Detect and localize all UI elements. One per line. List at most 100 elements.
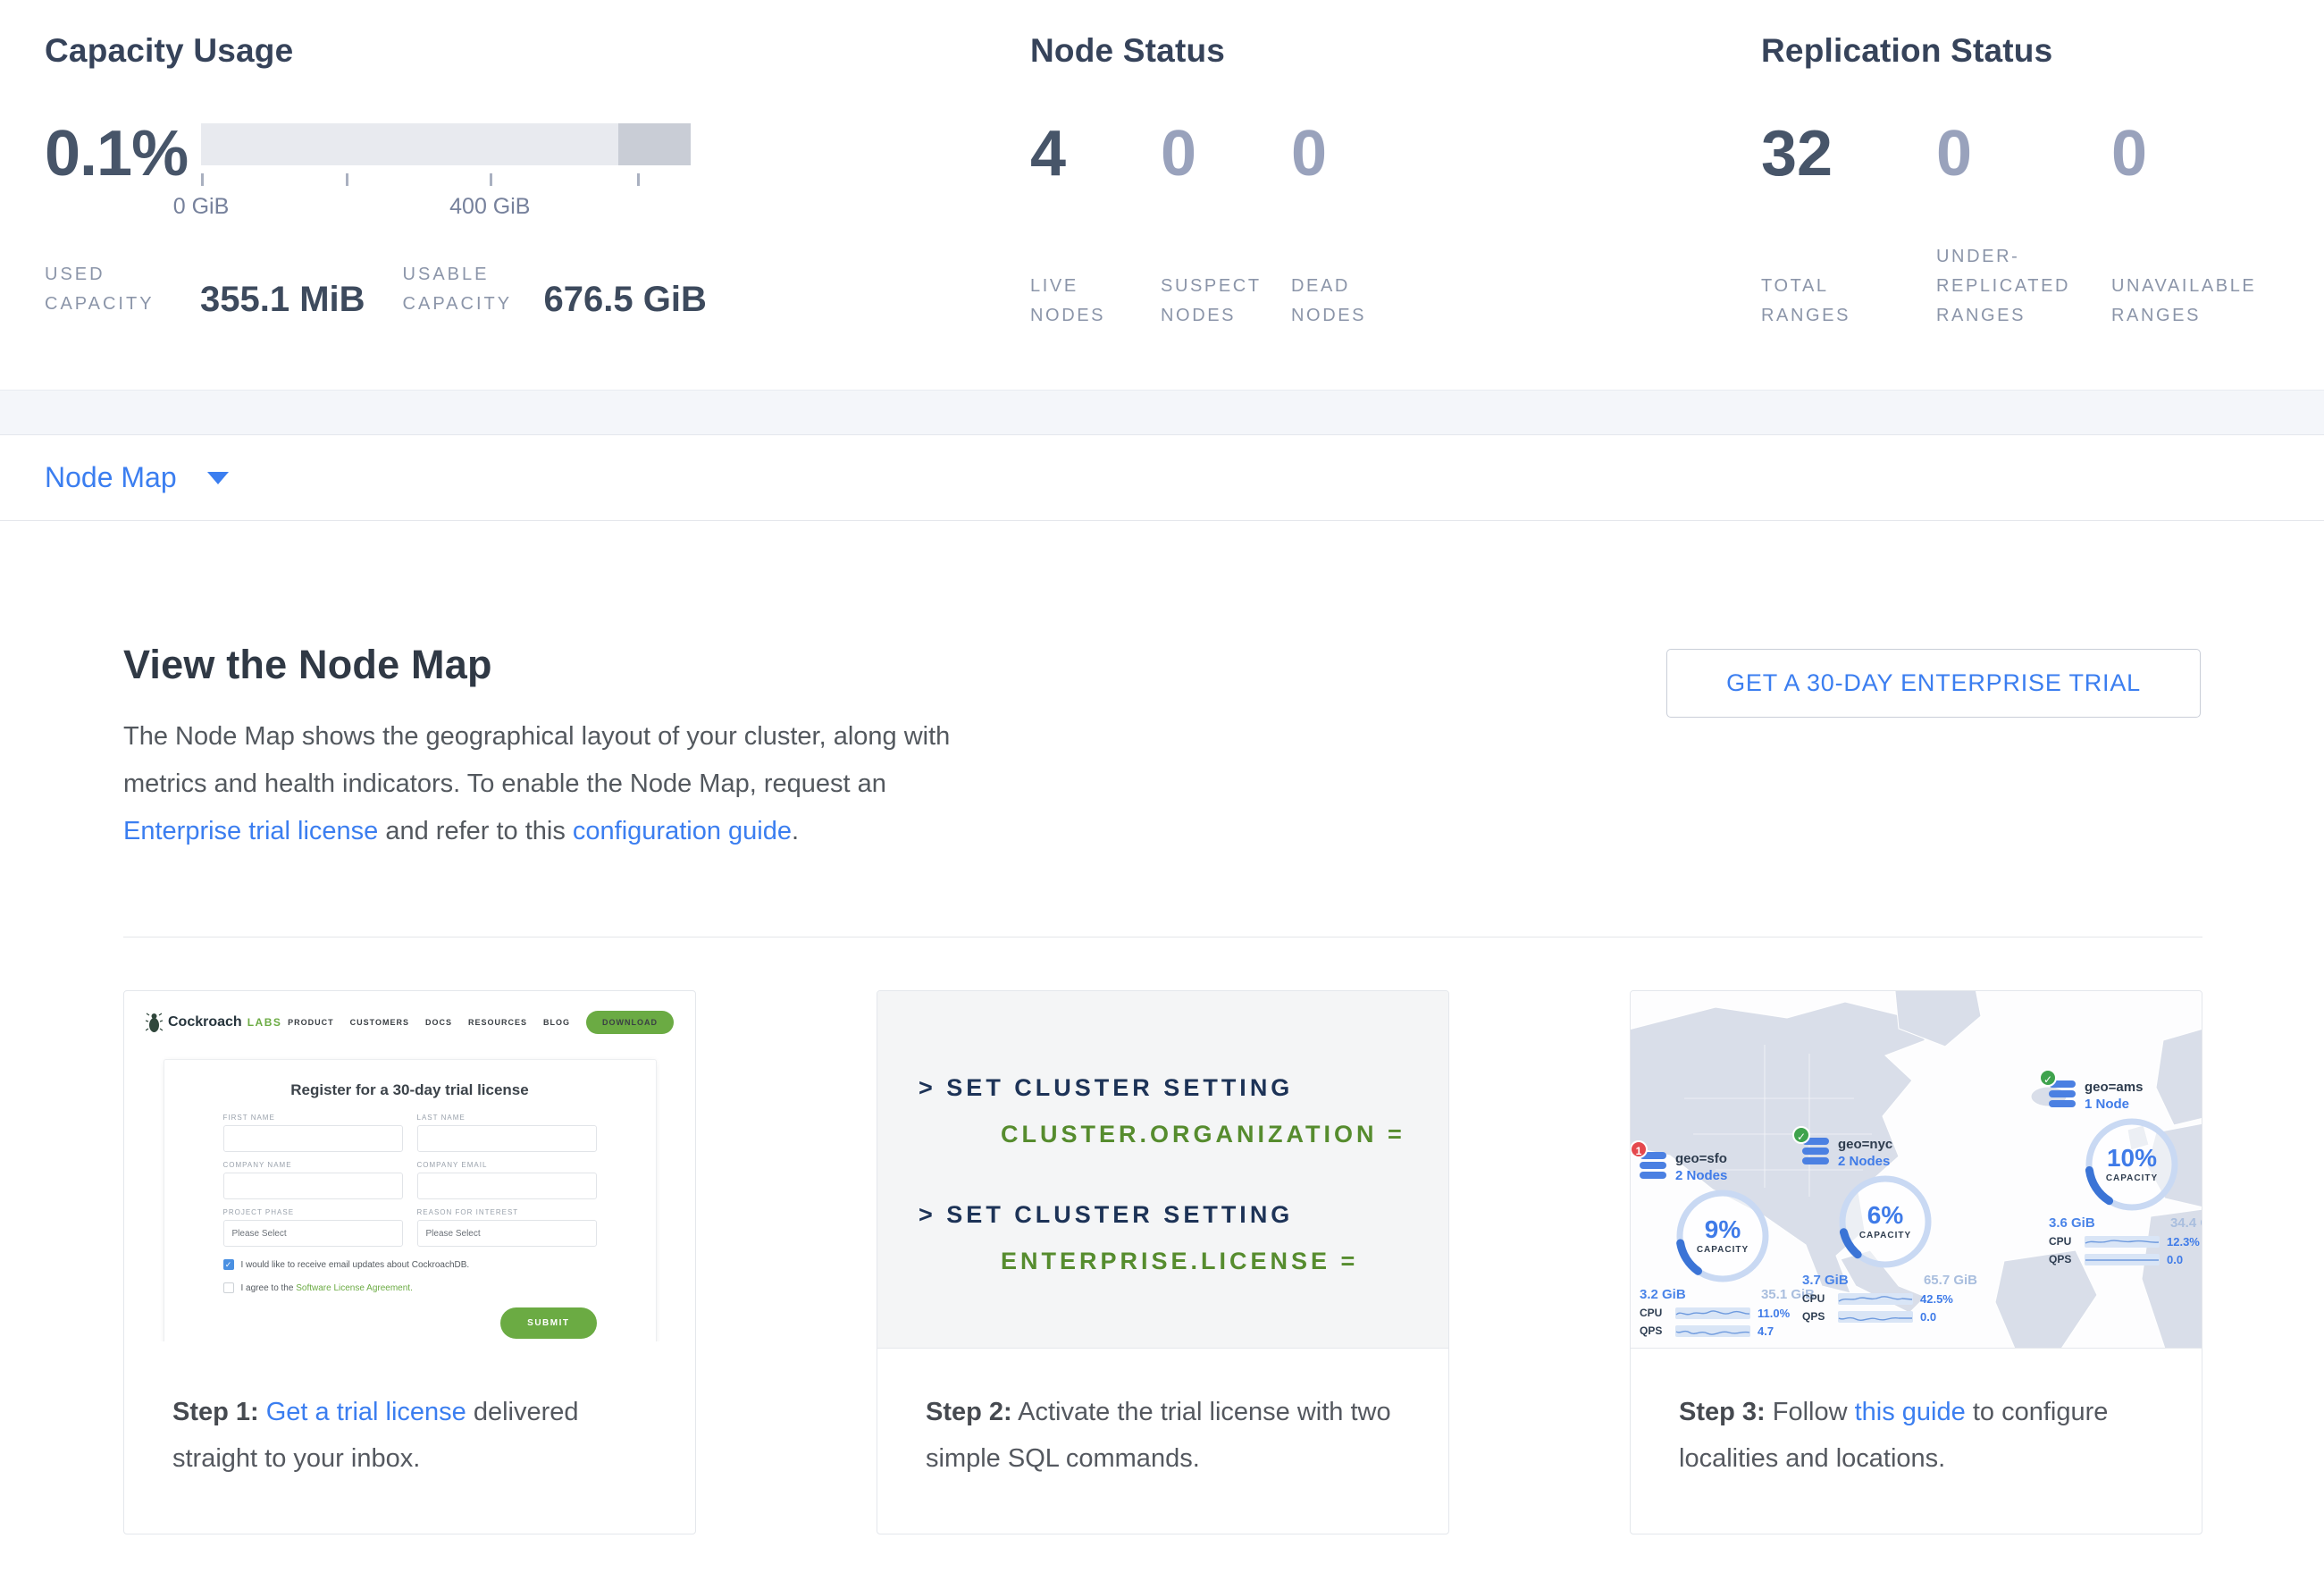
cpu-label: CPU <box>1802 1292 1831 1305</box>
view-selector-dropdown[interactable]: Node Map <box>0 434 2324 521</box>
cluster-summary-bar: Capacity Usage 0.1% 0 GiB 400 GiB USED C… <box>0 0 2324 390</box>
total-ranges-label: TOTAL RANGES <box>1761 272 1918 331</box>
nav-item-docs: DOCS <box>425 1018 452 1027</box>
locality-node-count: 2 Nodes <box>1675 1168 1727 1183</box>
this-guide-link[interactable]: this guide <box>1855 1398 1966 1426</box>
node-status-panel: Node Status 4 LIVE NODES 0 SUSPECT NODES… <box>1030 32 1761 390</box>
checkbox-label: I would like to receive email updates ab… <box>241 1260 470 1270</box>
unavailable-ranges-count: 0 <box>2111 122 2286 186</box>
cpu-label: CPU <box>2049 1235 2077 1248</box>
download-button: DOWNLOAD <box>586 1011 674 1034</box>
last-name-field: LAST NAME <box>417 1114 597 1152</box>
intro-description: The Node Map shows the geographical layo… <box>123 713 972 854</box>
sql-prompt: > <box>919 1201 936 1228</box>
unavailable-ranges-stat: 0 UNAVAILABLE RANGES <box>2111 122 2286 331</box>
cockroach-labs-logo: Cockroach LABS <box>146 1013 281 1033</box>
qps-sparkline <box>1838 1311 1913 1323</box>
cpu-sparkline <box>2085 1236 2160 1248</box>
sql-keyword: SET CLUSTER SETTING <box>946 1201 1293 1228</box>
company-name-field: COMPANY NAME <box>223 1161 403 1199</box>
step-label: Step 1: <box>172 1398 259 1426</box>
dead-nodes-label: DEAD NODES <box>1291 272 1400 331</box>
text-input <box>417 1173 597 1199</box>
locality-node-count: 1 Node <box>2085 1097 2143 1112</box>
capacity-bar-reserved-segment <box>618 123 691 165</box>
qps-row: QPS 4.7 <box>1640 1324 1827 1338</box>
sql-command-line: > SET CLUSTER SETTING <box>919 1201 1448 1229</box>
suspect-nodes-label: SUSPECT NODES <box>1161 272 1270 331</box>
sql-commands-panel: > SET CLUSTER SETTING CLUSTER.ORGANIZATI… <box>877 991 1448 1349</box>
select-input: Please Select <box>417 1220 597 1247</box>
cpu-value: 42.5% <box>1920 1292 1953 1306</box>
capacity-percent: 9% <box>1705 1217 1741 1242</box>
locality-node-count: 2 Nodes <box>1838 1154 1892 1169</box>
enterprise-trial-button[interactable]: GET A 30-DAY ENTERPRISE TRIAL <box>1666 649 2201 718</box>
field-label: FIRST NAME <box>223 1114 403 1122</box>
get-trial-license-link[interactable]: Get a trial license <box>266 1398 466 1426</box>
brand-suffix: LABS <box>248 1016 282 1029</box>
used-capacity-value: 355.1 MiB <box>200 282 365 317</box>
thumbnail-nav: PRODUCT CUSTOMERS DOCS RESOURCES BLOG DO… <box>288 1011 674 1034</box>
cpu-row: CPU 12.3% <box>2049 1235 2202 1248</box>
first-name-field: FIRST NAME <box>223 1114 403 1152</box>
trial-registration-form: Register for a 30-day trial license FIRS… <box>164 1059 657 1341</box>
sql-command: > SET CLUSTER SETTING CLUSTER.ORGANIZATI… <box>919 1074 1448 1148</box>
dead-nodes-count: 0 <box>1291 122 1422 186</box>
locality-ams: ✓ geo=ams 1 Node 10% CAPACITY <box>2049 1079 2202 1266</box>
checkbox-label: I agree to the Software License Agreemen… <box>241 1283 413 1293</box>
sql-command: > SET CLUSTER SETTING ENTERPRISE.LICENSE… <box>919 1201 1448 1275</box>
register-page-thumbnail: Cockroach LABS PRODUCT CUSTOMERS DOCS RE… <box>124 991 695 1341</box>
used-capacity-label: USED CAPACITY <box>45 260 189 319</box>
sql-keyword: SET CLUSTER SETTING <box>946 1074 1293 1101</box>
view-selector-label[interactable]: Node Map <box>45 461 177 494</box>
capacity-percent: 6% <box>1867 1203 1903 1228</box>
checkbox-empty-icon <box>223 1282 234 1293</box>
qps-value: 0.0 <box>1920 1310 1936 1324</box>
suspect-nodes-count: 0 <box>1161 122 1291 186</box>
capacity-used: 3.2 GiB <box>1640 1287 1686 1302</box>
node-map-thumbnail: 1 geo=sfo 2 Nodes 9% CAPACITY <box>1631 991 2202 1349</box>
text-input <box>417 1125 597 1152</box>
nodes-stack-icon: ✓ <box>1802 1138 1829 1166</box>
configuration-guide-link[interactable]: configuration guide <box>573 817 792 845</box>
live-nodes-count: 4 <box>1030 122 1161 186</box>
qps-row: QPS 0.0 <box>1802 1310 1990 1324</box>
setup-steps: Cockroach LABS PRODUCT CUSTOMERS DOCS RE… <box>0 937 2324 1534</box>
sql-setting-name: ENTERPRISE.LICENSE = <box>919 1248 1448 1275</box>
cpu-value: 12.3% <box>2167 1235 2200 1248</box>
intro-text: and refer to this <box>378 817 573 845</box>
unavailable-ranges-label: UNAVAILABLE RANGES <box>2111 272 2269 331</box>
under-replicated-ranges-count: 0 <box>1936 122 2111 186</box>
nav-item-customers: CUSTOMERS <box>350 1018 409 1027</box>
axis-tick-label: 400 GiB <box>449 194 530 220</box>
page-title: View the Node Map <box>123 642 1666 688</box>
license-agreement-checkbox-row: I agree to the Software License Agreemen… <box>223 1282 597 1293</box>
locality-name: geo=sfo <box>1675 1150 1727 1168</box>
capacity-gauge: 9% CAPACITY <box>1674 1187 1772 1285</box>
submit-button: SUBMIT <box>500 1307 596 1339</box>
qps-sparkline <box>1675 1325 1750 1337</box>
step-2-caption: Step 2: Activate the trial license with … <box>877 1389 1448 1534</box>
axis-tick-label: 0 GiB <box>173 194 230 220</box>
live-nodes-label: LIVE NODES <box>1030 272 1139 331</box>
capacity-total: 34.4 GiB <box>2170 1215 2202 1231</box>
nav-item-product: PRODUCT <box>288 1018 334 1027</box>
capacity-bar <box>201 123 691 165</box>
field-label: COMPANY EMAIL <box>417 1161 597 1169</box>
qps-row: QPS 0.0 <box>2049 1253 2202 1266</box>
qps-label: QPS <box>1802 1310 1831 1323</box>
checkbox-checked-icon: ✓ <box>223 1259 234 1270</box>
under-replicated-ranges-label: UNDER-REPLICATED RANGES <box>1936 242 2093 331</box>
step-label: Step 3: <box>1679 1398 1766 1426</box>
capacity-usage-panel: Capacity Usage 0.1% 0 GiB 400 GiB USED C… <box>45 32 1030 390</box>
axis-tick <box>346 173 348 186</box>
caption-text: Follow <box>1766 1398 1855 1426</box>
enterprise-trial-license-link[interactable]: Enterprise trial license <box>123 817 378 845</box>
field-label: REASON FOR INTEREST <box>417 1208 597 1216</box>
brand-name: Cockroach <box>168 1014 242 1030</box>
step-label: Step 2: <box>926 1398 1012 1426</box>
form-title: Register for a 30-day trial license <box>223 1081 597 1099</box>
company-email-field: COMPANY EMAIL <box>417 1161 597 1199</box>
capacity-used: 3.7 GiB <box>1802 1273 1849 1288</box>
text-input <box>223 1125 403 1152</box>
